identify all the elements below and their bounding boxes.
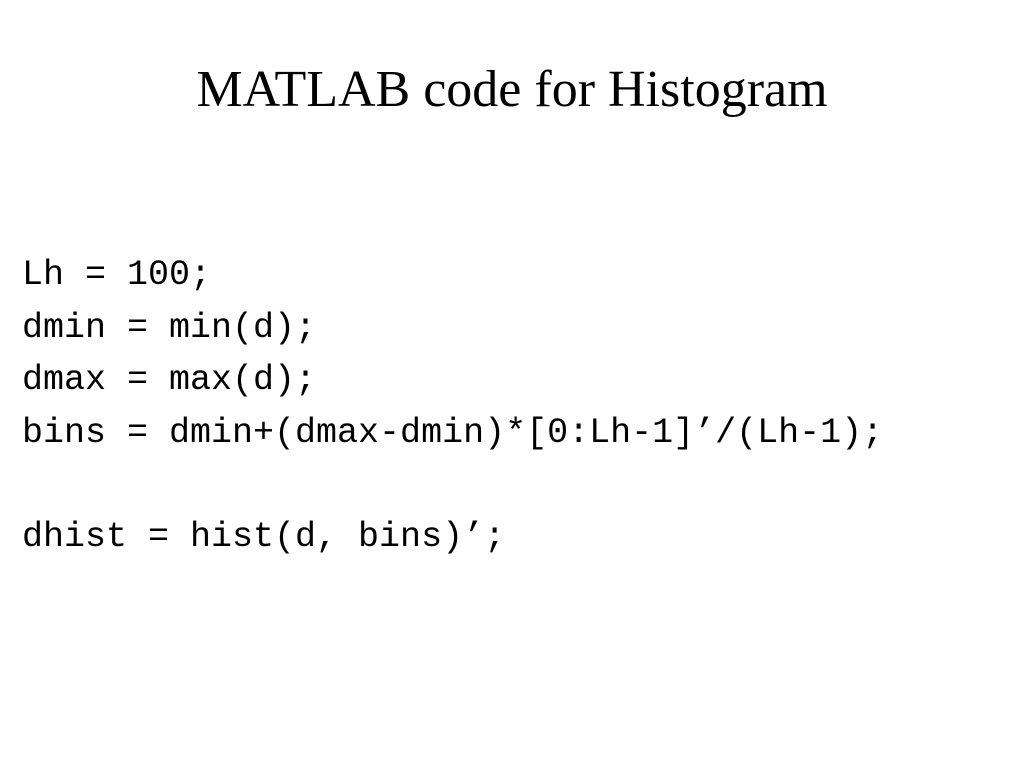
slide-title: MATLAB code for Histogram — [0, 60, 1024, 119]
blank-line — [22, 459, 1024, 511]
code-block: Lh = 100; dmin = min(d); dmax = max(d); … — [0, 249, 1024, 564]
code-line: bins = dmin+(dmax-dmin)*[0:Lh-1]’/(Lh-1)… — [22, 407, 1024, 460]
code-line: dmax = max(d); — [22, 354, 1024, 407]
code-line: dmin = min(d); — [22, 302, 1024, 355]
code-line: Lh = 100; — [22, 249, 1024, 302]
slide-container: MATLAB code for Histogram Lh = 100; dmin… — [0, 0, 1024, 768]
code-line: dhist = hist(d, bins)’; — [22, 511, 1024, 564]
